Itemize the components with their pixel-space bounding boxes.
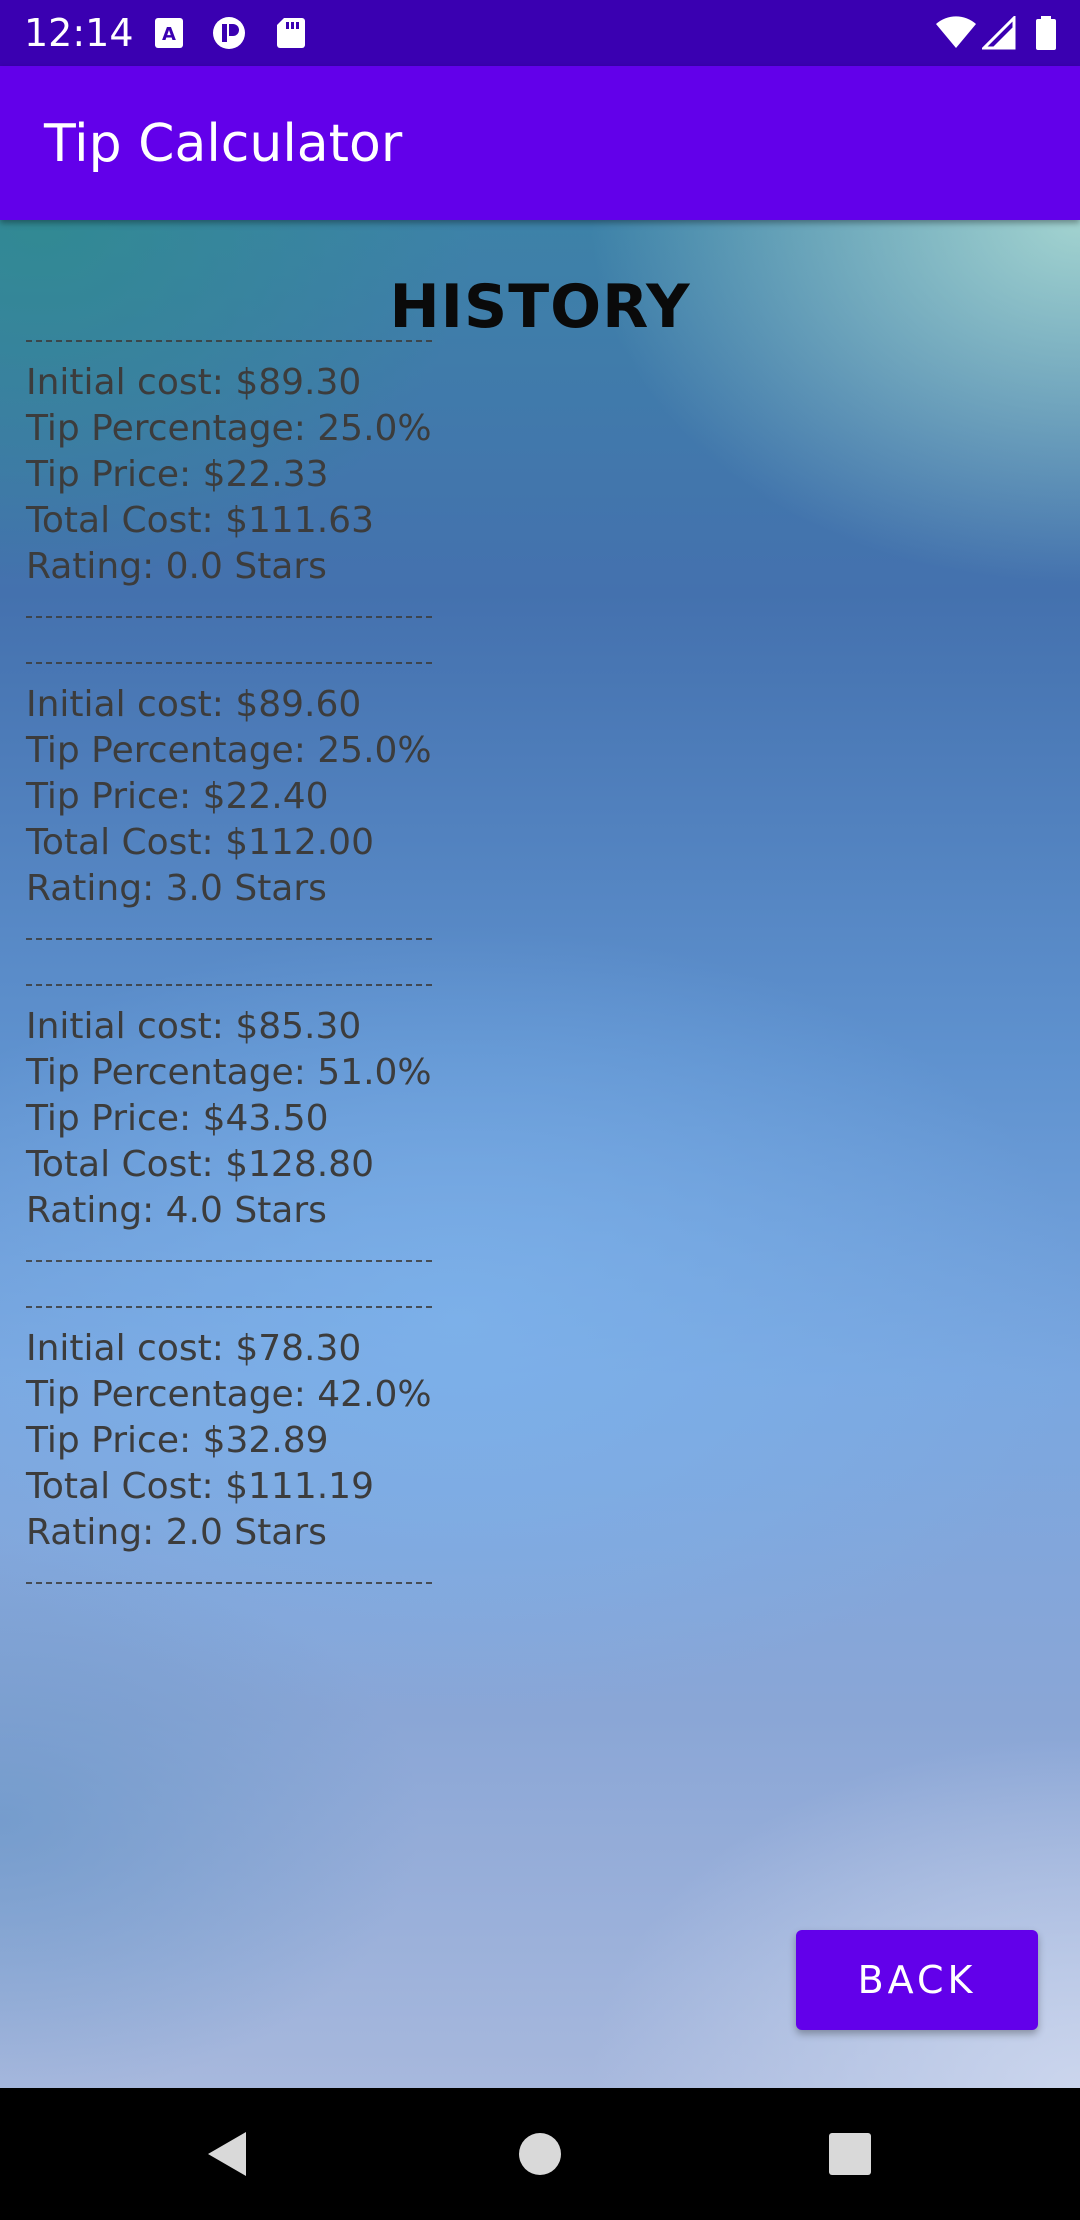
separator <box>26 958 586 1004</box>
separator <box>26 1234 586 1280</box>
rating: Rating: 0.0 Stars <box>26 546 327 587</box>
status-time: 12:14 <box>24 11 134 55</box>
separator <box>26 1280 586 1326</box>
tip-price: Tip Price: $22.40 <box>26 776 329 817</box>
tip-price: Tip Price: $43.50 <box>26 1098 329 1139</box>
history-content[interactable]: HISTORY Initial cost: $89.30 Tip Percent… <box>0 220 1080 2088</box>
initial-cost: Initial cost: $89.60 <box>26 684 362 725</box>
total-cost: Total Cost: $128.80 <box>26 1144 374 1185</box>
tip-percentage: Tip Percentage: 25.0% <box>26 730 432 771</box>
total-cost: Total Cost: $112.00 <box>26 822 374 863</box>
initial-cost: Initial cost: $78.30 <box>26 1328 362 1369</box>
tip-percentage: Tip Percentage: 25.0% <box>26 408 432 449</box>
total-cost: Total Cost: $111.19 <box>26 1466 374 1507</box>
p-notification-icon <box>210 16 248 50</box>
home-circle-icon[interactable] <box>504 2118 576 2190</box>
separator <box>26 636 586 682</box>
app-bar: Tip Calculator <box>0 66 1080 220</box>
battery-icon <box>1034 16 1058 50</box>
initial-cost: Initial cost: $89.30 <box>26 362 362 403</box>
navigation-bar <box>0 2088 1080 2220</box>
total-cost: Total Cost: $111.63 <box>26 500 374 541</box>
app-title: Tip Calculator <box>44 114 403 174</box>
tip-percentage: Tip Percentage: 51.0% <box>26 1052 432 1093</box>
history-list: Initial cost: $89.30 Tip Percentage: 25.… <box>26 314 586 1602</box>
tip-price: Tip Price: $22.33 <box>26 454 329 495</box>
status-bar: 12:14 A <box>0 0 1080 66</box>
wifi-icon <box>934 16 978 50</box>
history-title: HISTORY <box>389 272 691 342</box>
tip-percentage: Tip Percentage: 42.0% <box>26 1374 432 1415</box>
initial-cost: Initial cost: $85.30 <box>26 1006 362 1047</box>
separator <box>26 590 586 636</box>
separator <box>26 1556 586 1602</box>
rating: Rating: 4.0 Stars <box>26 1190 327 1231</box>
separator <box>26 912 586 958</box>
recents-square-icon[interactable] <box>814 2118 886 2190</box>
rating: Rating: 3.0 Stars <box>26 868 327 909</box>
cell-signal-icon <box>980 14 1016 50</box>
back-triangle-icon[interactable] <box>192 2118 264 2190</box>
rating: Rating: 2.0 Stars <box>26 1512 327 1553</box>
svg-text:A: A <box>162 24 176 45</box>
sd-card-icon <box>274 16 308 50</box>
back-button[interactable]: BACK <box>796 1930 1038 2030</box>
screen: 12:14 A Tip Calculator HISTORY Initial c… <box>0 0 1080 2220</box>
tip-price: Tip Price: $32.89 <box>26 1420 329 1461</box>
a-notification-icon: A <box>152 16 186 50</box>
